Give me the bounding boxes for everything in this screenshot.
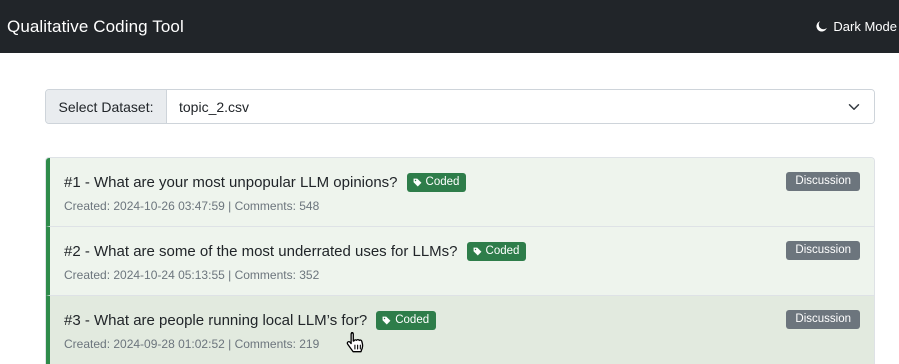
app-title[interactable]: Qualitative Coding Tool [7,17,184,37]
dataset-label: Select Dataset: [46,90,167,123]
coded-badge: Coded [466,241,527,261]
dark-mode-label: Dark Mode [833,19,897,34]
discussion-badge: Discussion [786,310,860,329]
tag-icon [473,247,481,255]
discussion-badge: Discussion [786,172,860,191]
coded-badge: Coded [376,310,437,330]
post-meta: Created: 2024-10-24 05:13:55 | Comments:… [64,268,320,282]
dataset-select[interactable]: topic_2.csv [167,90,874,123]
dataset-selector: Select Dataset: topic_2.csv [45,89,875,124]
post-item[interactable]: #3 - What are people running local LLM’s… [46,296,874,364]
post-item[interactable]: #1 - What are your most unpopular LLM op… [46,158,874,227]
coded-badge-label: Coded [425,175,460,188]
dataset-selected-value: topic_2.csv [179,98,250,115]
post-title: #2 - What are some of the most underrate… [64,242,458,260]
discussion-badge: Discussion [786,241,860,260]
tag-icon [413,178,421,186]
post-meta: Created: 2024-09-28 01:02:52 | Comments:… [64,337,320,351]
post-item[interactable]: #2 - What are some of the most underrate… [46,227,874,296]
post-title: #1 - What are your most unpopular LLM op… [64,173,398,191]
post-title: #3 - What are people running local LLM’s… [64,311,368,329]
coded-badge-label: Coded [395,313,430,326]
navbar: Qualitative Coding Tool Dark Mode [0,0,899,53]
post-meta: Created: 2024-10-26 03:47:59 | Comments:… [64,199,320,213]
dark-mode-toggle[interactable]: Dark Mode [816,19,897,34]
coded-badge-label: Coded [485,244,520,257]
post-list: #1 - What are your most unpopular LLM op… [45,157,875,364]
chevron-down-icon [848,103,860,110]
coded-badge: Coded [406,172,467,192]
moon-icon [816,21,828,32]
tag-icon [382,316,391,324]
